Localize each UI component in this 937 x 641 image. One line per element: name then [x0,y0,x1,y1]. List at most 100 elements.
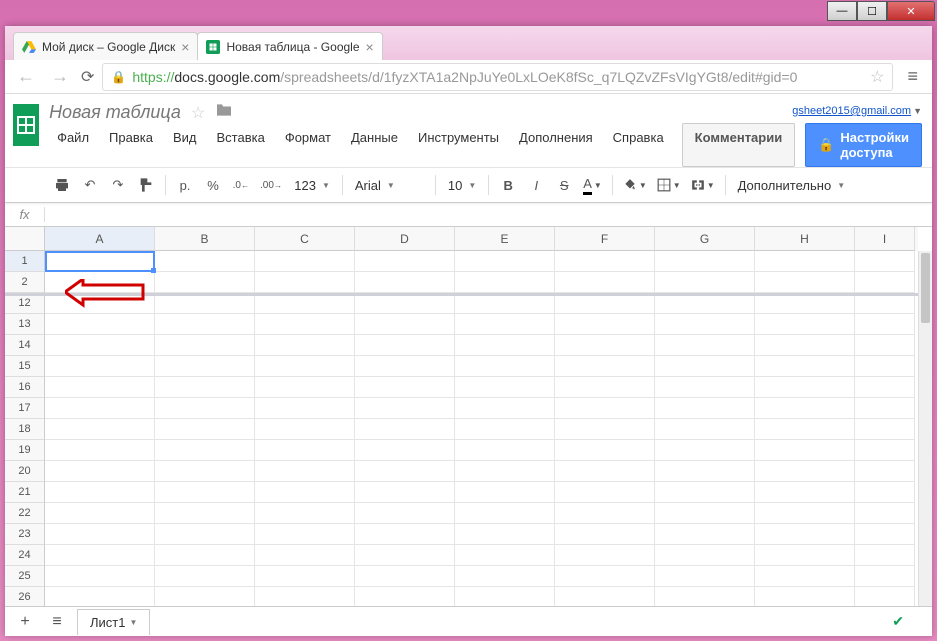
forward-button[interactable]: → [47,66,73,87]
cell[interactable] [455,356,555,377]
cell[interactable] [255,503,355,524]
row-header[interactable]: 2 [5,272,45,293]
cell[interactable] [255,545,355,566]
cell[interactable] [355,356,455,377]
share-button[interactable]: 🔒 Настройки доступа [805,123,922,167]
cell[interactable] [455,398,555,419]
cell[interactable] [455,293,555,314]
menu-data[interactable]: Данные [343,127,406,148]
cell[interactable] [855,251,915,272]
column-header[interactable]: C [255,227,355,251]
row-header[interactable]: 13 [5,314,45,335]
row-header[interactable]: 23 [5,524,45,545]
sheet-tab[interactable]: Лист1▼ [77,609,150,635]
column-header[interactable]: B [155,227,255,251]
cell[interactable] [455,272,555,293]
cell[interactable] [45,440,155,461]
cell[interactable] [155,251,255,272]
cell[interactable] [355,503,455,524]
menu-view[interactable]: Вид [165,127,205,148]
cell[interactable] [655,335,755,356]
cell[interactable] [755,419,855,440]
cell[interactable] [45,335,155,356]
sheets-logo[interactable] [13,104,39,146]
cell[interactable] [555,482,655,503]
star-document-icon[interactable]: ☆ [191,103,205,123]
cell[interactable] [655,272,755,293]
cell[interactable] [155,482,255,503]
cell[interactable] [155,524,255,545]
cell[interactable] [455,377,555,398]
cell[interactable] [655,314,755,335]
column-header[interactable]: I [855,227,915,251]
cell[interactable] [555,503,655,524]
column-header[interactable]: G [655,227,755,251]
cell[interactable] [45,272,155,293]
paint-format-icon[interactable] [133,172,159,198]
cell[interactable] [755,524,855,545]
menu-format[interactable]: Формат [277,127,339,148]
cell[interactable] [455,524,555,545]
cell[interactable] [355,587,455,606]
font-family-select[interactable]: Arial▼ [349,178,429,193]
cell[interactable] [755,377,855,398]
text-color-button[interactable]: A▼ [579,172,606,198]
cell[interactable] [655,566,755,587]
cell[interactable] [555,419,655,440]
cell[interactable] [45,356,155,377]
cell[interactable] [755,335,855,356]
cell[interactable] [555,524,655,545]
cell[interactable] [655,251,755,272]
cell[interactable] [155,587,255,606]
cell[interactable] [855,566,915,587]
cell[interactable] [655,398,755,419]
cell[interactable] [655,482,755,503]
cell[interactable] [155,545,255,566]
cell[interactable] [455,566,555,587]
cell[interactable] [555,293,655,314]
cell[interactable] [655,503,755,524]
row-header[interactable]: 15 [5,356,45,377]
vertical-scrollbar[interactable] [918,251,932,606]
cell[interactable] [255,566,355,587]
undo-icon[interactable]: ↶ [77,172,103,198]
fill-color-button[interactable]: ▼ [619,172,651,198]
cell[interactable] [155,356,255,377]
cell[interactable] [455,419,555,440]
cell[interactable] [755,482,855,503]
cells-area[interactable] [45,251,918,606]
cell[interactable] [355,272,455,293]
cell[interactable] [755,272,855,293]
cell[interactable] [755,314,855,335]
column-header[interactable]: H [755,227,855,251]
cell[interactable] [255,440,355,461]
cell[interactable] [355,419,455,440]
cell[interactable] [45,587,155,606]
italic-button[interactable]: I [523,172,549,198]
cell[interactable] [255,419,355,440]
cell[interactable] [155,461,255,482]
cell[interactable] [755,251,855,272]
number-format-select[interactable]: 123▼ [288,178,336,193]
bookmark-star-icon[interactable]: ☆ [870,67,884,87]
increase-decimal-button[interactable]: .00→ [256,172,286,198]
cell[interactable] [555,398,655,419]
cell[interactable] [45,503,155,524]
window-maximize-button[interactable]: ☐ [857,1,887,21]
cell[interactable] [855,545,915,566]
cell[interactable] [355,398,455,419]
cell[interactable] [655,293,755,314]
row-header[interactable]: 1 [5,251,45,272]
cell[interactable] [355,566,455,587]
column-header[interactable]: A [45,227,155,251]
cell[interactable] [855,503,915,524]
cell[interactable] [355,251,455,272]
cell[interactable] [45,545,155,566]
cell[interactable] [455,587,555,606]
cell[interactable] [155,272,255,293]
row-header[interactable]: 19 [5,440,45,461]
cell[interactable] [255,461,355,482]
cell[interactable] [45,482,155,503]
cell[interactable] [155,566,255,587]
cell[interactable] [255,356,355,377]
